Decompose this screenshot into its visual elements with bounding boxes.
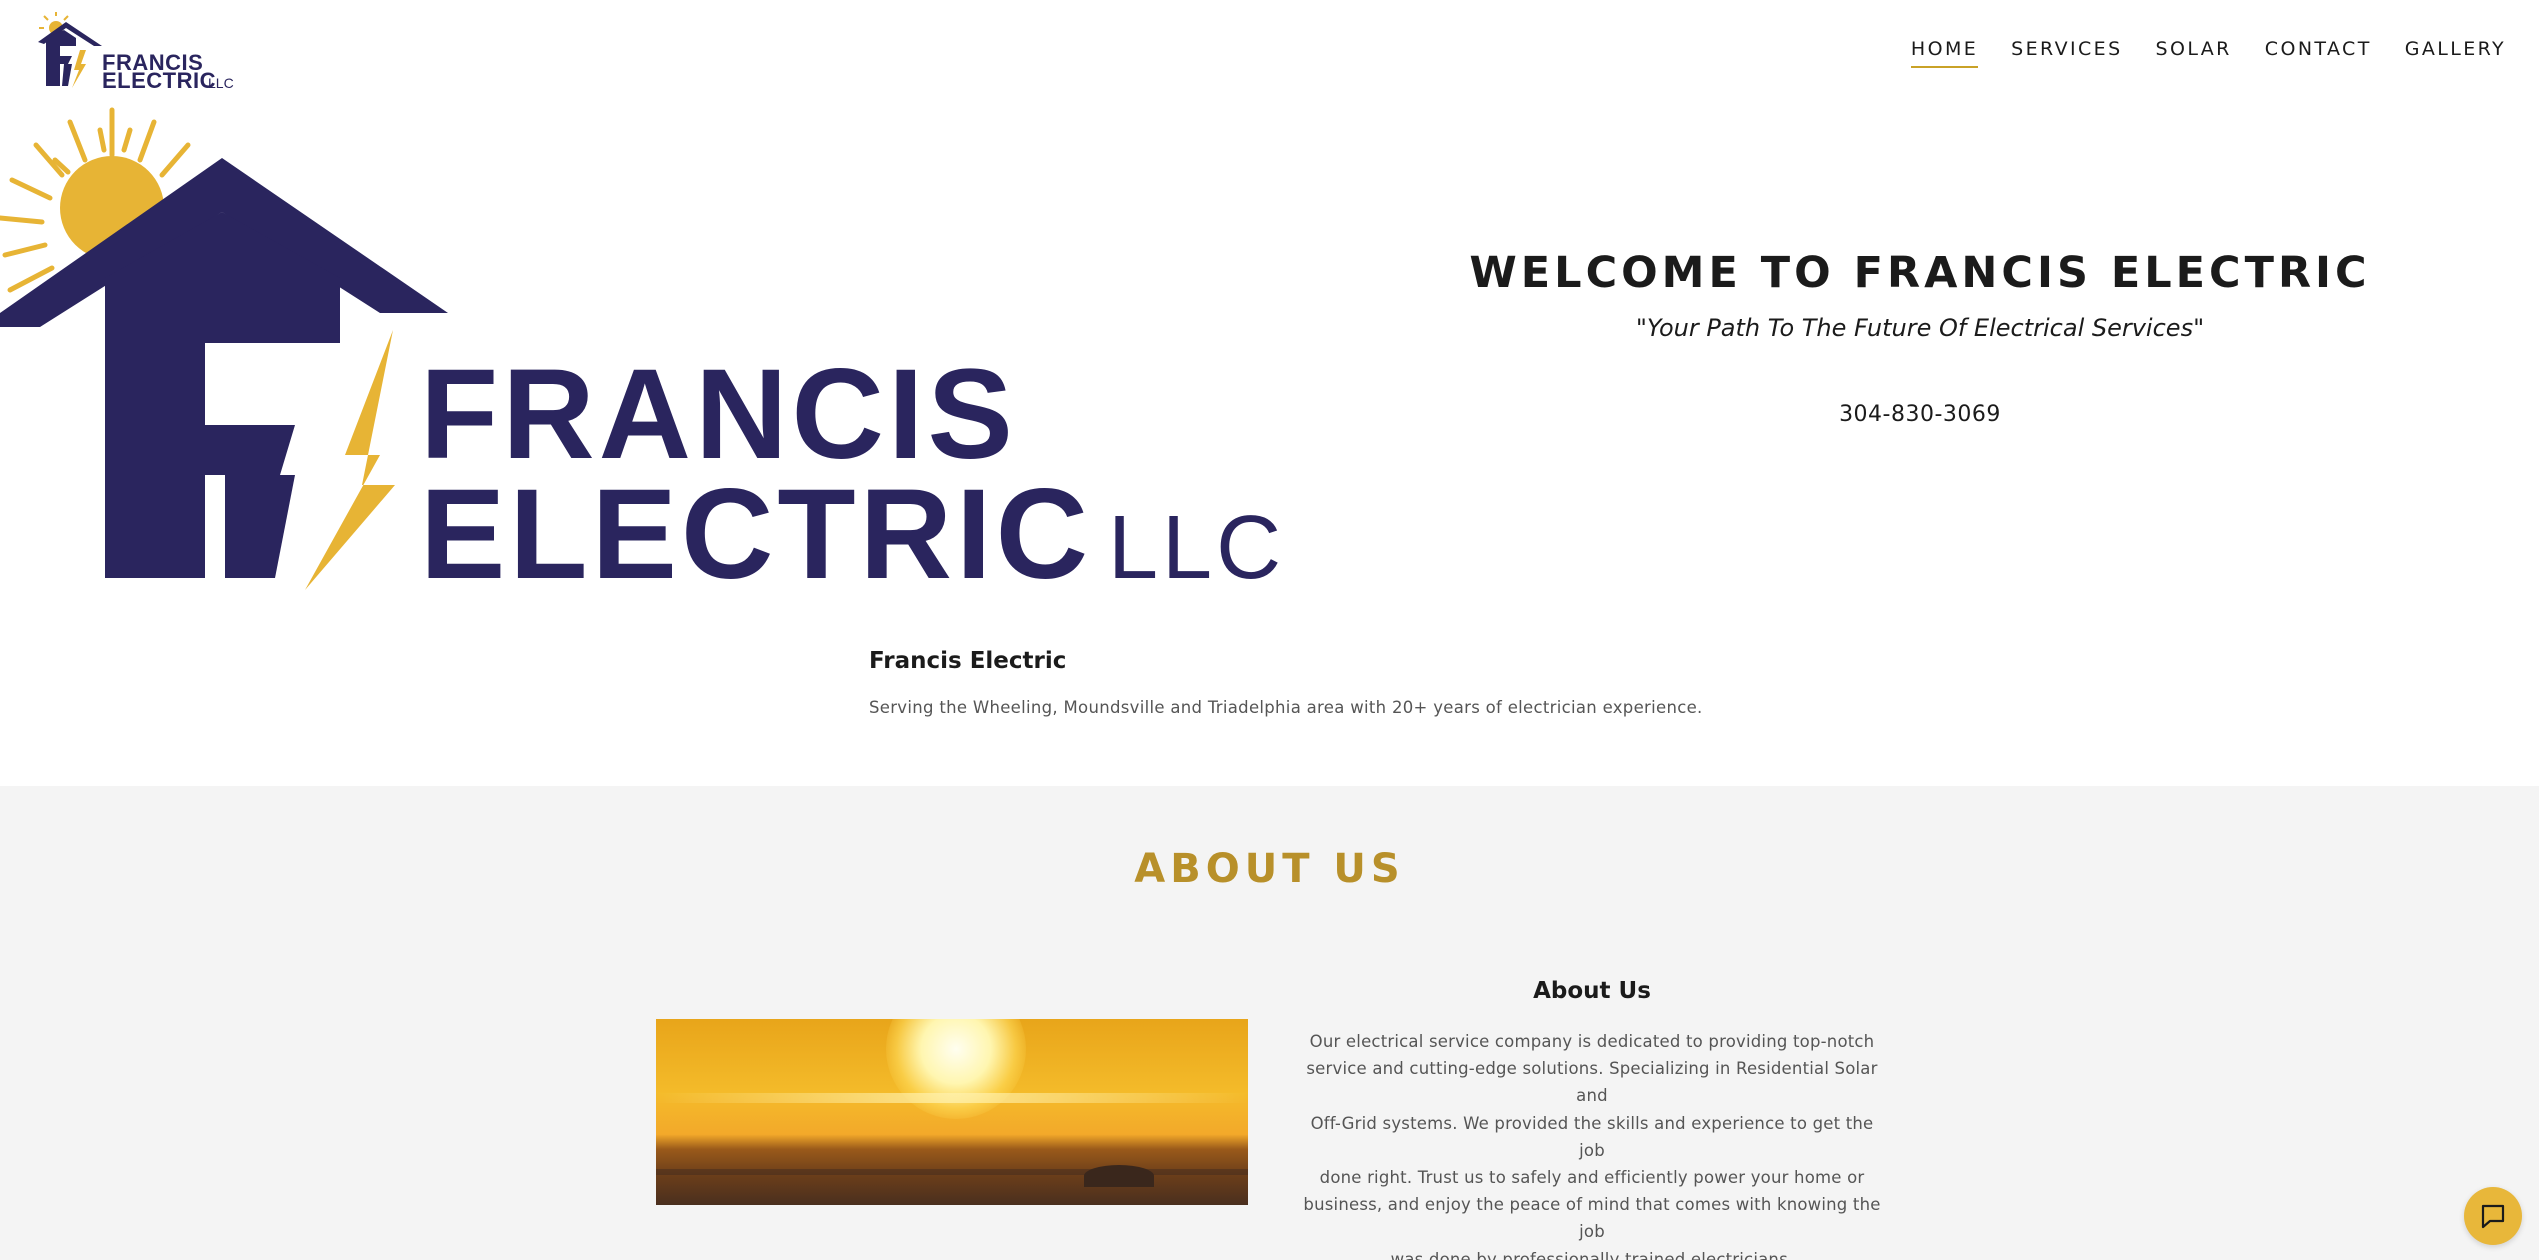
about-subheading: About Us: [1533, 978, 1651, 1004]
welcome-block: WELCOME TO FRANCIS ELECTRIC "Your Path T…: [1420, 248, 2420, 427]
header-logo[interactable]: FRANCIS ELECTRIC LLC: [36, 12, 246, 92]
about-heading: ABOUT US: [1134, 846, 1405, 892]
intro-block: Francis Electric Serving the Wheeling, M…: [869, 648, 1769, 717]
about-line: was done by professionally trained elect…: [1390, 1249, 1794, 1260]
about-text-block: About Us Our electrical service company …: [1296, 978, 1888, 1260]
horizon-glow: [656, 1093, 1248, 1103]
intro-title: Francis Electric: [869, 648, 1067, 674]
site-header: FRANCIS ELECTRIC LLC HOME SERVICES SOLAR…: [0, 0, 2539, 100]
about-line: service and cutting-edge solutions. Spec…: [1306, 1059, 1878, 1106]
rock-silhouette: [1084, 1165, 1154, 1187]
nav-home[interactable]: HOME: [1910, 38, 1979, 68]
about-line: done right. Trust us to safely and effic…: [1319, 1168, 1865, 1188]
hero-logo-graphic: FRANCIS ELECTRIC LLC: [0, 107, 1280, 600]
main-nav: HOME SERVICES SOLAR CONTACT GALLERY: [1878, 38, 2506, 68]
welcome-tagline: "Your Path To The Future Of Electrical S…: [1635, 314, 2205, 342]
about-paragraph: Our electrical service company is dedica…: [1296, 1028, 1888, 1260]
nav-services[interactable]: SERVICES: [2011, 38, 2122, 68]
lightning-bolt-icon: [305, 330, 395, 590]
welcome-title: WELCOME TO FRANCIS ELECTRIC: [1469, 248, 2371, 298]
about-line: business, and enjoy the peace of mind th…: [1303, 1195, 1881, 1242]
nav-solar[interactable]: SOLAR: [2156, 38, 2232, 68]
svg-text:LLC: LLC: [208, 75, 234, 91]
hero-logo: FRANCIS ELECTRIC LLC: [0, 100, 1280, 600]
about-line: Off-Grid systems. We provided the skills…: [1310, 1113, 1874, 1160]
chat-button[interactable]: [2464, 1187, 2522, 1245]
nav-gallery[interactable]: GALLERY: [2405, 38, 2506, 68]
about-line: Our electrical service company is dedica…: [1309, 1032, 1875, 1051]
chat-bubble-icon: [2481, 1204, 2505, 1229]
sunset-image: [656, 1019, 1248, 1205]
svg-text:ELECTRIC: ELECTRIC: [102, 68, 216, 92]
phone-number[interactable]: 304-830-3069: [1420, 402, 2420, 427]
svg-text:LLC: LLC: [1108, 498, 1280, 598]
about-section: ABOUT US About Us Our electrical service…: [0, 786, 2539, 1260]
wave-line: [656, 1169, 1248, 1175]
logo-wordmark: FRANCIS ELECTRIC LLC: [102, 50, 234, 92]
svg-text:ELECTRIC: ELECTRIC: [420, 463, 1092, 600]
nav-contact[interactable]: CONTACT: [2265, 38, 2372, 68]
intro-text: Serving the Wheeling, Moundsville and Tr…: [869, 698, 1703, 717]
sun-glow: [886, 1019, 1026, 1119]
